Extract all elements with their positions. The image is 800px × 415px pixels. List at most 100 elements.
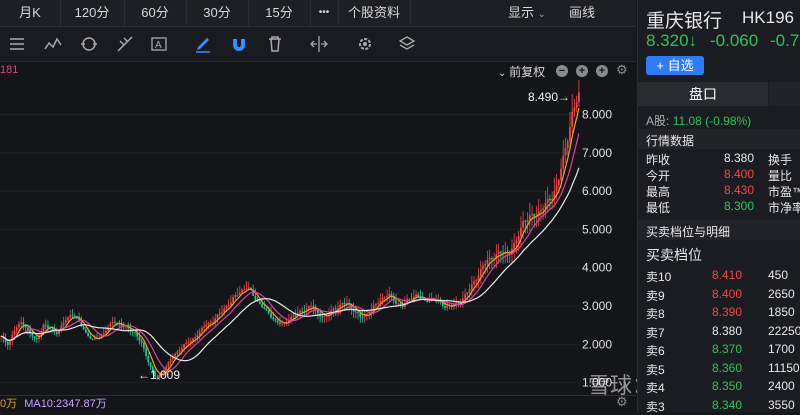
candle-body [354, 311, 357, 313]
candle-body [247, 287, 250, 289]
trash-icon[interactable] [266, 35, 284, 53]
order-level: 卖7 [646, 325, 665, 340]
candle-body [138, 336, 141, 341]
gear-icon[interactable] [356, 35, 374, 53]
minus-icon[interactable]: − [556, 65, 568, 77]
candle-body [22, 322, 25, 325]
tab-pankou[interactable]: 盘口 [638, 82, 768, 106]
candle-body [517, 235, 520, 241]
candle-body [42, 324, 45, 332]
adjust-mode-dropdown[interactable]: ⌄ 前复权 [498, 63, 545, 80]
candle-body [142, 342, 145, 349]
candle-body [513, 243, 516, 249]
candle-body [225, 306, 228, 309]
text-tool-icon[interactable]: A [150, 35, 168, 53]
candle-body [415, 294, 417, 297]
svg-text:A: A [155, 40, 162, 51]
kline-chart-area[interactable]: 181 ⌄ 前复权 − + + ⚙ 1.000 2.000 3.000 4.000 5.… [0, 62, 742, 412]
candle-body [178, 350, 181, 352]
candle-body [6, 341, 9, 346]
split-arrows-icon[interactable] [310, 35, 328, 53]
price-change-pct: -0.7 [770, 31, 800, 50]
candle-body [575, 102, 578, 108]
order-row: 卖8 8.390 1850 [646, 305, 800, 321]
display-dropdown[interactable]: 显示 ⌄ [496, 0, 558, 26]
order-level: 卖8 [646, 307, 665, 321]
candle-body [67, 317, 69, 321]
market-label: 最低 [646, 201, 671, 215]
plus-icon[interactable]: + [576, 65, 588, 77]
market-data-title: 行情数据 [646, 134, 695, 148]
period-toolbar: 月K 120分 60分 30分 15分 ••• 个股资料 显示 ⌄ 画线 [0, 0, 636, 27]
kline-plot: 1.0002.0003.0004.0005.0006.0007.0008.000 [0, 80, 612, 390]
candle-body [408, 298, 411, 300]
pen-icon[interactable] [194, 35, 212, 53]
candle-body [499, 251, 502, 253]
add-watchlist-button[interactable]: + 自选 [646, 56, 704, 75]
y-tick-label: 5.000 [582, 222, 612, 236]
candle-body [149, 362, 152, 367]
magnet-icon[interactable] [230, 35, 248, 53]
tab-15min[interactable]: 15分 [248, 0, 311, 26]
market-right-label: 市盈™ [768, 185, 800, 199]
candle-body [263, 307, 266, 309]
y-tick-label: 6.000 [582, 184, 612, 198]
line-chart-icon[interactable] [44, 35, 62, 53]
candle-body [44, 324, 47, 326]
candle-body [526, 220, 529, 222]
candle-body [71, 315, 74, 317]
volume-value: 0万 [0, 398, 18, 410]
layers-icon[interactable] [398, 35, 416, 53]
indicator-list-icon[interactable] [8, 35, 26, 53]
quote-panel: 重庆银行 HK196 8.320↓ -0.060 -0.7 + 自选 盘口 A股… [637, 0, 800, 414]
candle-body [290, 316, 293, 321]
candle-body [488, 258, 491, 260]
candle-body [479, 269, 482, 276]
order-price: 8.360 [712, 360, 743, 375]
tab-30min[interactable]: 30分 [186, 0, 249, 26]
market-right-label: 量比 [768, 169, 793, 183]
order-row: 卖7 8.380 22250 [646, 323, 800, 340]
candle-body [51, 328, 54, 330]
market-value: 8.400 [724, 167, 755, 181]
candle-body [308, 306, 310, 309]
candle-body [477, 275, 480, 281]
orders-title: 买卖档位 [646, 247, 702, 263]
candle-body [470, 284, 473, 290]
candle-body [82, 326, 85, 330]
y-tick-label: 7.000 [582, 146, 612, 160]
candle-body [64, 320, 67, 323]
current-price: 8.320↓ [646, 31, 698, 50]
candle-body [437, 301, 440, 303]
tab-60min[interactable]: 60分 [124, 0, 187, 26]
tab-120min[interactable]: 120分 [60, 0, 125, 26]
candle-body [276, 320, 279, 323]
stock-info-tab[interactable]: 个股资料 [338, 0, 411, 26]
candle-body [548, 198, 551, 201]
candle-body [169, 359, 172, 363]
plus-circle-icon[interactable]: + [596, 65, 608, 77]
candle-body [323, 316, 326, 317]
candle-body [205, 324, 208, 327]
tab-other[interactable] [769, 82, 800, 106]
chart-settings-gear-icon[interactable]: ⚙ [616, 62, 628, 78]
candle-body [270, 313, 272, 318]
candle-body [359, 313, 362, 318]
candle-body [218, 312, 221, 315]
candle-body [310, 306, 313, 307]
candle-body [299, 310, 301, 313]
tab-month-k[interactable]: 月K [0, 0, 61, 26]
candle-body [542, 208, 545, 210]
more-button[interactable]: ••• [310, 0, 339, 26]
fibonacci-icon[interactable] [116, 35, 134, 53]
cycle-icon[interactable] [80, 35, 98, 53]
candle-body [386, 296, 388, 298]
candle-body [105, 330, 107, 333]
order-price: 8.410 [712, 268, 743, 282]
order-volume: 22250 [768, 323, 800, 338]
chevron-down-icon: ⌄ [498, 68, 510, 79]
draw-line-button[interactable]: 画线 [558, 0, 606, 26]
order-price: 8.340 [712, 397, 743, 412]
market-value: 8.300 [724, 199, 755, 213]
candle-body [125, 326, 127, 328]
